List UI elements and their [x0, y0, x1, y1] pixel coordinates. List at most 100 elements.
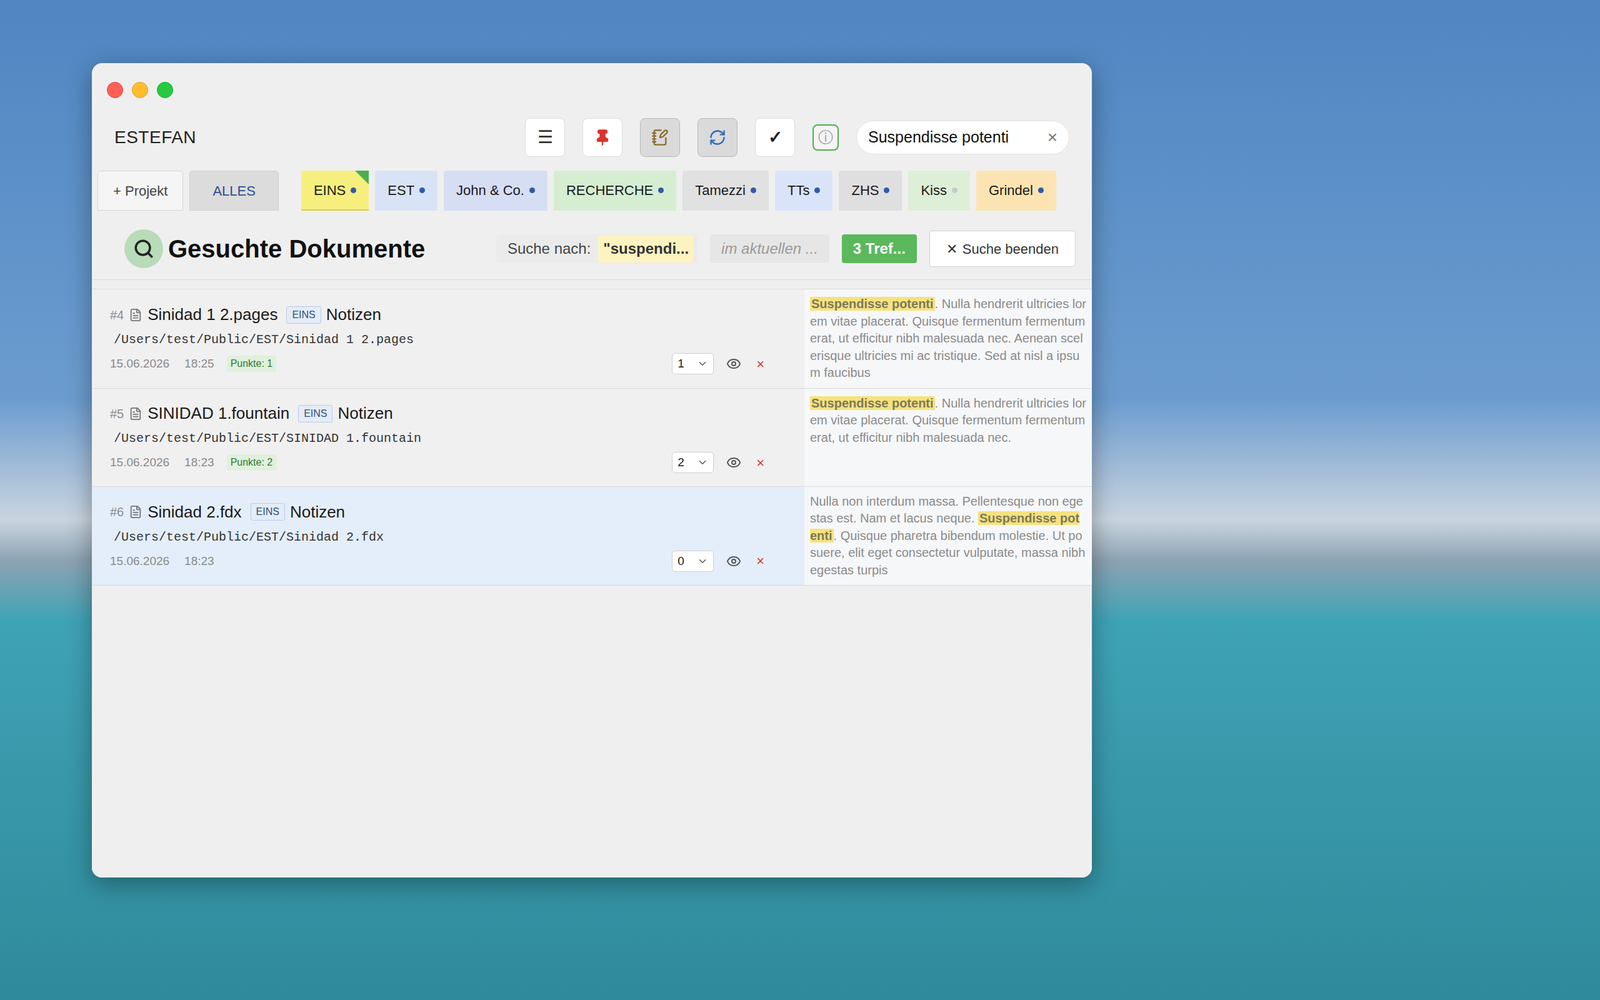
- info-button[interactable]: ⓘ: [812, 124, 839, 151]
- result-time: 18:25: [184, 355, 215, 374]
- pin-button[interactable]: [582, 118, 623, 157]
- snippet-panel: Nulla non interdum massa. Pellentesque n…: [804, 486, 1092, 586]
- delete-button[interactable]: ×: [753, 353, 767, 375]
- results-list: #4Sinidad 1 2.pagesEINSNotizen/Users/tes…: [91, 288, 1092, 586]
- result-time: 18:23: [184, 552, 215, 571]
- document-icon: [128, 308, 143, 322]
- result-row[interactable]: #4Sinidad 1 2.pagesEINSNotizen/Users/tes…: [91, 289, 1092, 389]
- menu-icon: ☰: [537, 124, 554, 151]
- menu-button[interactable]: ☰: [525, 118, 565, 157]
- status-dot: [529, 187, 535, 194]
- search-header-title: Gesuchte Dokumente: [168, 230, 425, 268]
- search-value[interactable]: Suspendisse potenti: [868, 125, 1043, 150]
- status-dot: [750, 187, 757, 194]
- app-title: ESTEFAN: [114, 124, 197, 151]
- project-tab[interactable]: Tamezzi: [682, 170, 769, 211]
- rating-select[interactable]: 0: [671, 550, 714, 572]
- hit-count: 3 Tref...: [841, 234, 917, 264]
- minimize-button[interactable]: [131, 81, 149, 99]
- search-field[interactable]: Suspendisse potenti×: [856, 120, 1070, 155]
- notes-button[interactable]: [640, 118, 680, 157]
- pin-icon: [593, 128, 612, 147]
- project-tab[interactable]: Kiss: [908, 170, 970, 211]
- status-dot: [658, 187, 664, 194]
- project-bar: + ProjektALLES EINSESTJohn & Co.RECHERCHE…: [91, 170, 1092, 211]
- preview-eye-icon[interactable]: [726, 553, 742, 569]
- end-search-button[interactable]: ✕Suche beenden: [929, 230, 1076, 267]
- search-badge-icon: [124, 229, 164, 269]
- snippet-highlight: Suspendisse potenti: [810, 296, 935, 311]
- rating-select[interactable]: 2: [671, 451, 714, 474]
- status-dot: [951, 187, 958, 194]
- search-header: Gesuchte Dokumente Suche nach:"suspendi..…: [91, 210, 1092, 280]
- result-path: /Users/test/Public/EST/SINIDAD 1.fountai…: [110, 429, 767, 449]
- desktop: ESTEFAN☰✓ⓘSuspendisse potenti×+ ProjektA…: [0, 0, 1600, 1000]
- snippet-panel: Suspendisse potenti. Nulla hendrerit ult…: [804, 289, 1092, 389]
- result-name[interactable]: SINIDAD 1.fountain: [147, 401, 290, 426]
- search-query-pill: Suche nach:"suspendi...: [496, 234, 698, 264]
- result-name[interactable]: Sinidad 1 2.pages: [147, 302, 278, 327]
- result-number: #4: [110, 305, 124, 325]
- project-badge: EINS: [250, 503, 285, 521]
- toolbar: ESTEFAN ☰ ✓ ⓘ Suspendisse potenti×: [91, 103, 1092, 171]
- project-tab[interactable]: John & Co.: [443, 170, 548, 211]
- project-tab[interactable]: RECHERCHE: [553, 170, 677, 211]
- project-tab[interactable]: Grindel: [976, 170, 1057, 211]
- delete-button[interactable]: ×: [753, 452, 767, 474]
- result-name[interactable]: Sinidad 2.fdx: [147, 500, 242, 525]
- category-label: Notizen: [337, 401, 393, 426]
- close-icon: ✕: [946, 238, 958, 260]
- chevron-down-icon: [696, 358, 709, 370]
- preview-eye-icon[interactable]: [726, 356, 742, 372]
- add-project-button[interactable]: + Projekt: [97, 170, 184, 211]
- points-badge: Punkte: 2: [226, 454, 277, 471]
- result-path: /Users/test/Public/EST/Sinidad 2.fdx: [110, 528, 767, 547]
- rating-select[interactable]: 1: [671, 353, 714, 375]
- search-scope[interactable]: im aktuellen ...: [710, 234, 830, 264]
- result-number: #6: [110, 502, 124, 522]
- results-empty-area: [91, 585, 1092, 878]
- project-badge: EINS: [298, 405, 333, 423]
- result-path: /Users/test/Public/EST/Sinidad 1 2.pages: [110, 330, 767, 350]
- clear-search-button[interactable]: ×: [1047, 124, 1058, 151]
- project-tab[interactable]: EINS: [301, 170, 369, 211]
- result-date: 15.06.2026: [110, 552, 170, 571]
- result-date: 15.06.2026: [110, 355, 170, 374]
- points-badge: Punkte: 1: [226, 355, 277, 372]
- info-icon: ⓘ: [818, 126, 834, 149]
- snippet-panel: Suspendisse potenti. Nulla hendrerit ult…: [804, 388, 1092, 487]
- app-window: ESTEFAN☰✓ⓘSuspendisse potenti×+ ProjektA…: [91, 63, 1092, 878]
- result-date: 15.06.2026: [110, 453, 170, 472]
- refresh-icon: [708, 128, 727, 147]
- result-row[interactable]: #5 SINIDAD 1.fountain EINSNotizen/Users/te…: [91, 388, 1092, 487]
- refresh-button[interactable]: [697, 118, 738, 157]
- chevron-down-icon: [696, 555, 709, 567]
- check-button[interactable]: ✓: [755, 118, 795, 157]
- snippet-text: . Quisque pharetra bibendum molestie. Ut…: [810, 528, 1085, 577]
- notes-icon: [651, 128, 669, 147]
- status-dot: [350, 187, 357, 194]
- project-tab[interactable]: ZHS: [838, 170, 902, 211]
- project-tab[interactable]: EST: [375, 170, 438, 211]
- category-label: Notizen: [290, 500, 345, 525]
- all-projects-button[interactable]: ALLES: [189, 170, 279, 211]
- close-button[interactable]: [106, 81, 124, 99]
- status-dot: [419, 187, 425, 194]
- result-row[interactable]: #6 Sinidad 2.fdx EINS Notizen/Users/test/Pu…: [91, 486, 1092, 587]
- delete-button[interactable]: ×: [753, 550, 767, 572]
- project-tab[interactable]: TTs: [775, 170, 833, 211]
- snippet-highlight: Suspendisse potenti: [810, 396, 935, 410]
- result-number: #5: [110, 404, 124, 424]
- chevron-down-icon: [696, 456, 709, 469]
- status-dot: [1038, 187, 1044, 194]
- status-dot: [814, 187, 820, 194]
- result-time: 18:23: [184, 453, 215, 472]
- project-badge: EINS: [286, 306, 321, 324]
- title-bar: [91, 63, 1092, 104]
- document-icon: [128, 406, 143, 421]
- preview-eye-icon[interactable]: [726, 455, 742, 470]
- status-dot: [883, 187, 890, 194]
- document-icon: [128, 505, 143, 519]
- search-query: "suspendi...: [598, 235, 694, 263]
- zoom-button[interactable]: [156, 81, 174, 99]
